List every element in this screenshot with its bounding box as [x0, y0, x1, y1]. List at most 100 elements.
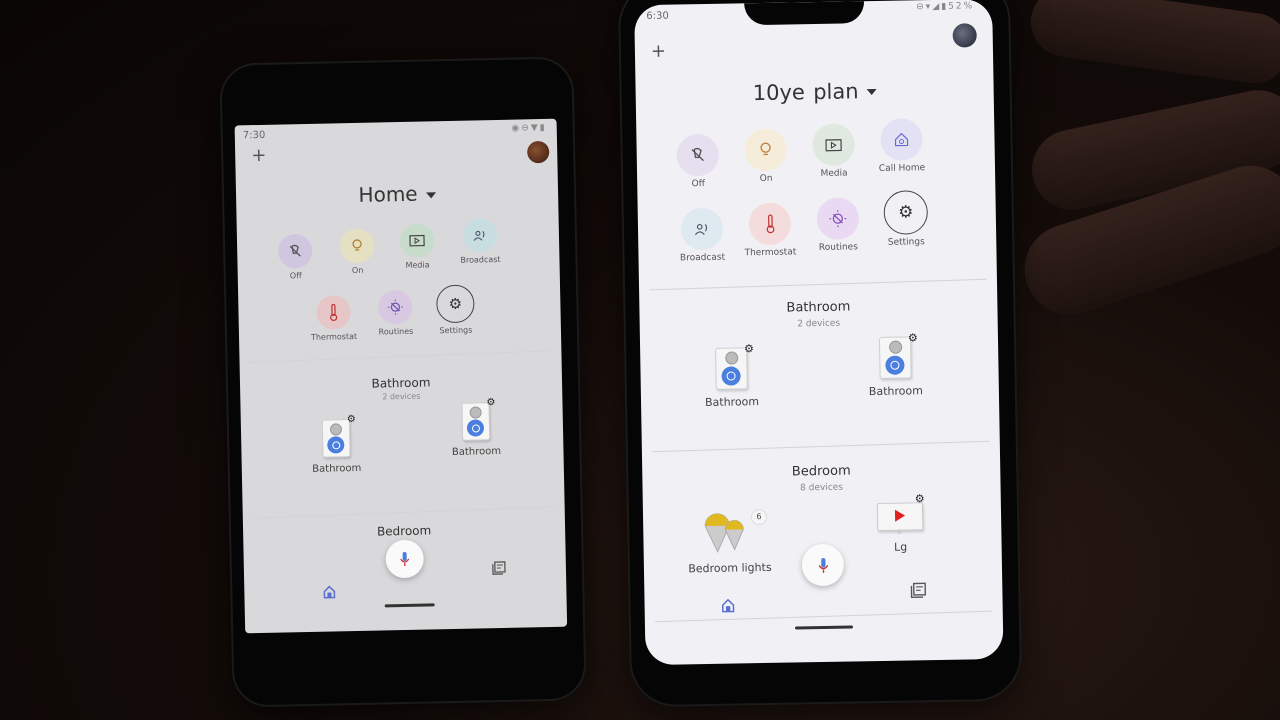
light-off-icon — [676, 133, 720, 177]
device-speaker[interactable]: ⚙ Bathroom — [440, 397, 511, 458]
status-icons: ◉⊖▼▮ — [511, 123, 546, 134]
call-home-icon — [880, 118, 923, 161]
home-nav-icon[interactable] — [322, 583, 336, 602]
account-avatar[interactable] — [952, 23, 977, 48]
mic-button[interactable] — [385, 539, 425, 579]
dnd-icon: ⊖ — [521, 123, 531, 134]
action-label: Routines — [818, 242, 858, 254]
mic-button[interactable] — [801, 543, 845, 587]
hand-finger-top — [1026, 0, 1280, 88]
room-title: Bedroom — [376, 523, 432, 539]
device-speaker[interactable]: ⚙ Bathroom — [850, 331, 941, 399]
routines-icon — [816, 197, 860, 241]
action-off[interactable]: Off — [275, 233, 316, 281]
routines-icon — [378, 289, 413, 325]
action-label: On — [351, 265, 364, 276]
device-label: Lg — [893, 540, 908, 554]
battery-icon: ▮ — [539, 122, 547, 134]
gesture-bar — [794, 625, 854, 630]
bulb-icon — [339, 228, 375, 264]
section-divider — [250, 506, 557, 519]
room-device-count: 8 devices — [800, 482, 844, 494]
action-label: Broadcast — [460, 254, 501, 265]
section-divider — [649, 278, 987, 291]
add-button[interactable]: + — [251, 145, 267, 166]
media-icon — [812, 123, 855, 167]
broadcast-icon — [462, 218, 498, 253]
gear-icon: ⚙ — [907, 331, 918, 345]
nav-divider — [654, 610, 993, 623]
device-tv[interactable]: ⚙ Lg — [865, 492, 936, 554]
section-divider — [651, 440, 990, 453]
action-label: Off — [691, 178, 705, 190]
action-on[interactable]: On — [337, 228, 378, 276]
action-call-home[interactable]: Call Home — [872, 118, 931, 174]
room-device-count: 2 devices — [797, 318, 841, 330]
status-time: 7:30 — [242, 129, 266, 142]
play-icon — [894, 509, 906, 522]
action-on[interactable]: On — [744, 128, 788, 185]
feed-nav-icon[interactable] — [492, 560, 506, 579]
action-label: Media — [820, 168, 848, 179]
tv-icon: ⚙ — [876, 492, 925, 535]
right-phone-screen: 6:30 ⊖▾◢▮52% + 10ye plan Off On Media Ca… — [634, 0, 1004, 666]
action-label: Thermostat — [744, 247, 797, 259]
battery-percent: 52% — [948, 1, 975, 12]
home-nav-icon[interactable] — [720, 598, 735, 617]
light-off-icon — [277, 233, 313, 269]
action-label: Broadcast — [679, 252, 726, 264]
signal-icon: ◢ — [932, 1, 942, 12]
action-settings[interactable]: ⚙ Settings — [877, 190, 934, 248]
add-button[interactable]: + — [651, 41, 666, 62]
speaker-icon: ⚙ — [715, 342, 754, 390]
camera-notch — [744, 1, 865, 26]
gear-icon: ⚙ — [486, 397, 496, 409]
speaker-icon: ⚙ — [878, 331, 918, 379]
action-label: Settings — [439, 325, 473, 336]
action-thermostat[interactable]: Thermostat — [742, 202, 799, 258]
account-avatar[interactable] — [526, 140, 550, 164]
action-thermostat[interactable]: Thermostat — [308, 295, 359, 342]
device-speaker[interactable]: ⚙ Bathroom — [301, 414, 372, 475]
action-media[interactable]: Media — [810, 123, 857, 179]
dnd-icon: ⊖ — [916, 2, 926, 13]
caret-down-icon — [425, 191, 436, 198]
action-label: Media — [405, 260, 430, 270]
broadcast-icon — [680, 207, 724, 251]
action-off[interactable]: Off — [676, 133, 720, 190]
action-label: Settings — [887, 237, 925, 248]
gear-icon: ⚙ — [914, 492, 925, 506]
left-phone-screen: 7:30 ◉⊖▼▮ + Home Off On Media Broadcast … — [234, 118, 568, 634]
action-broadcast[interactable]: Broadcast — [455, 218, 506, 265]
action-label: On — [759, 173, 773, 185]
gear-icon: ⚙ — [883, 190, 929, 235]
gear-icon: ⚙ — [346, 413, 356, 426]
count-badge: 6 — [750, 508, 768, 526]
action-label: Call Home — [878, 163, 926, 174]
eye-icon: ◉ — [511, 123, 522, 134]
lights-icon: 6 — [699, 508, 768, 556]
action-broadcast[interactable]: Broadcast — [674, 207, 731, 264]
home-selector[interactable]: 10ye plan — [635, 77, 993, 107]
home-selector[interactable]: Home — [236, 179, 558, 210]
action-routines[interactable]: Routines — [810, 197, 867, 253]
gear-icon: ⚙ — [744, 342, 755, 356]
caret-down-icon — [866, 88, 877, 96]
speaker-icon: ⚙ — [321, 414, 356, 458]
action-label: Thermostat — [310, 331, 358, 342]
home-name: Home — [358, 181, 418, 207]
device-label: Bedroom lights — [688, 560, 772, 576]
gesture-bar — [384, 603, 435, 608]
feed-nav-icon[interactable] — [910, 582, 926, 602]
thermometer-icon — [316, 295, 351, 330]
mic-icon — [400, 552, 410, 567]
device-bedroom-lights[interactable]: 6 Bedroom lights — [679, 508, 780, 576]
speaker-icon: ⚙ — [461, 397, 496, 441]
media-icon — [399, 223, 435, 259]
action-media[interactable]: Media — [397, 223, 438, 270]
action-routines[interactable]: Routines — [370, 289, 421, 337]
device-speaker[interactable]: ⚙ Bathroom — [686, 342, 777, 410]
bulb-icon — [744, 128, 788, 172]
action-settings[interactable]: ⚙ Settings — [430, 284, 481, 335]
action-label: Off — [289, 271, 302, 281]
